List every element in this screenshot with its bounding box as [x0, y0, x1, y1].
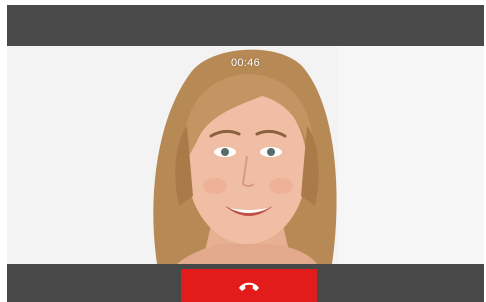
participant-video [7, 46, 484, 264]
call-timer: 00:46 [230, 57, 261, 69]
remote-video: 00:46 [7, 46, 484, 264]
phone-hangup-icon [239, 282, 259, 291]
call-controls-bar [7, 264, 484, 302]
end-call-button[interactable] [181, 269, 317, 302]
video-call-screen: 00:46 [7, 5, 484, 302]
top-bar [7, 5, 484, 46]
